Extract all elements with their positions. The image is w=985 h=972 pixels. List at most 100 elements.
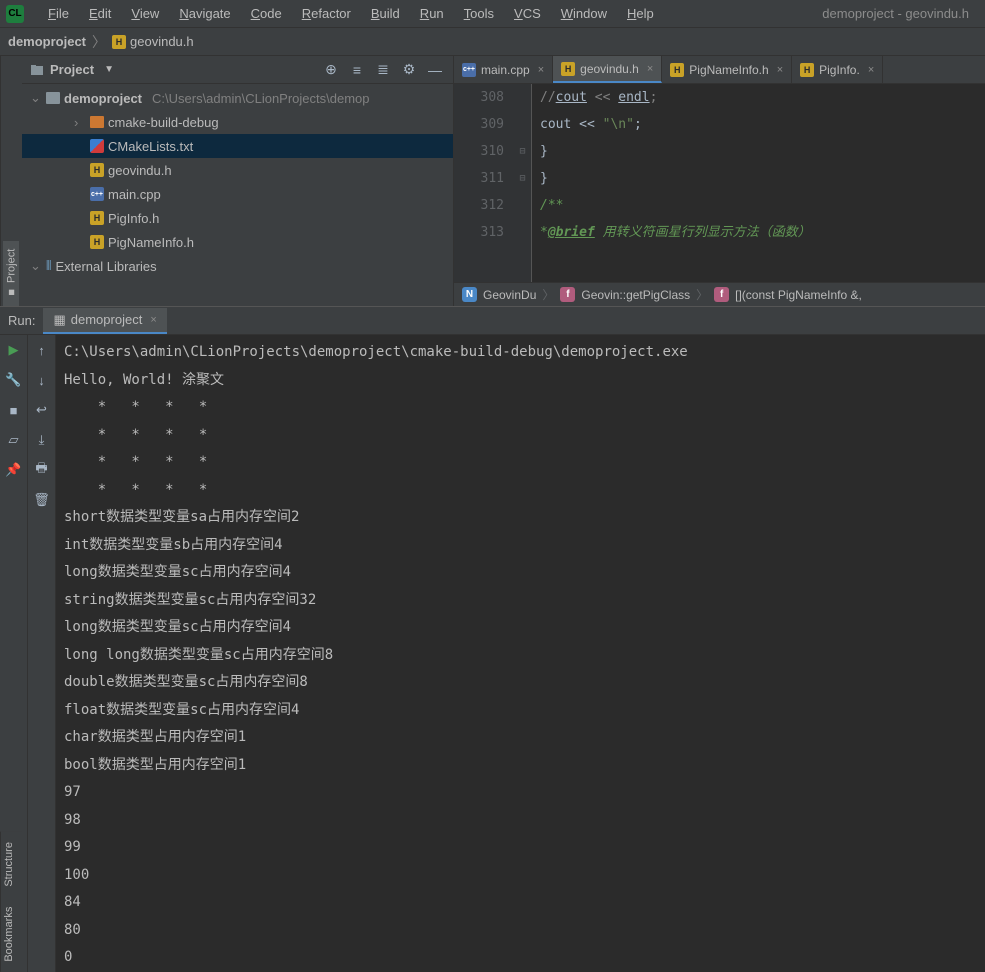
- tree-item-label: cmake-build-debug: [108, 115, 219, 130]
- editor-tab[interactable]: Hgeovindu.h×: [553, 56, 662, 83]
- tree-item-label: PigNameInfo.h: [108, 235, 194, 250]
- menu-navigate[interactable]: Navigate: [169, 3, 240, 24]
- sidebar-tab-project[interactable]: ■ Project: [4, 241, 20, 306]
- tree-item[interactable]: HPigNameInfo.h: [22, 230, 453, 254]
- tree-external-label: External Libraries: [55, 259, 156, 274]
- tree-external-libs[interactable]: ⌄ ⫴ External Libraries: [22, 254, 453, 278]
- sidebar-tab-structure[interactable]: Structure: [1, 832, 22, 897]
- chevron-down-icon[interactable]: ▼: [104, 64, 114, 75]
- window-title: demoproject - geovindu.h: [822, 6, 979, 21]
- crumb-text[interactable]: [](const PigNameInfo &,: [735, 288, 862, 302]
- gear-icon[interactable]: ⚙: [399, 60, 419, 80]
- trash-icon[interactable]: 🗑: [33, 491, 51, 509]
- hide-icon[interactable]: —: [425, 60, 445, 80]
- locate-icon[interactable]: ⊕: [321, 60, 341, 80]
- close-icon[interactable]: ×: [868, 64, 874, 76]
- tree-item[interactable]: CMakeLists.txt: [22, 134, 453, 158]
- cmake-icon: [90, 139, 104, 153]
- run-panel: Run: ▦ demoproject × ▶ 🔧 ■ ▱ 📌 ↑ ↓ ↩ ⤓ 🖶…: [0, 306, 985, 972]
- tree-item-label: main.cpp: [108, 187, 161, 202]
- sidebar-tab-structure-label: Structure: [3, 842, 15, 887]
- tree-item-label: PigInfo.h: [108, 211, 159, 226]
- folder-icon: [30, 63, 44, 77]
- chevron-right-icon: ⌄: [30, 258, 42, 274]
- chevron-down-icon: ⌄: [30, 90, 42, 106]
- layout-icon[interactable]: ▱: [5, 431, 23, 449]
- wrench-icon[interactable]: 🔧: [5, 371, 23, 389]
- crumb-text[interactable]: Geovin::getPigClass: [581, 288, 690, 302]
- folder-icon: [90, 116, 104, 128]
- scroll-end-icon[interactable]: ⤓: [33, 431, 51, 449]
- editor-breadcrumbs: NGeovinDu〉fGeovin::getPigClass〉f[](const…: [454, 282, 985, 306]
- editor-tab-label: main.cpp: [481, 63, 530, 77]
- down-icon[interactable]: ↓: [33, 371, 51, 389]
- menu-tools[interactable]: Tools: [454, 3, 504, 24]
- menubar: CL FileEditViewNavigateCodeRefactorBuild…: [0, 0, 985, 28]
- soft-wrap-icon[interactable]: ↩: [33, 401, 51, 419]
- nav-bar: demoproject 〉 H geovindu.h: [0, 28, 985, 56]
- up-icon[interactable]: ↑: [33, 341, 51, 359]
- tree-item[interactable]: Hgeovindu.h: [22, 158, 453, 182]
- breadcrumb-file[interactable]: H geovindu.h: [112, 34, 194, 49]
- menu-help[interactable]: Help: [617, 3, 664, 24]
- line-numbers: 308309310311312313: [454, 84, 514, 282]
- folder-icon: [46, 92, 60, 104]
- menu-vcs[interactable]: VCS: [504, 3, 551, 24]
- print-icon[interactable]: 🖶: [33, 461, 51, 479]
- breadcrumb-file-label: geovindu.h: [130, 34, 194, 49]
- menu-edit[interactable]: Edit: [79, 3, 121, 24]
- crumb-text[interactable]: GeovinDu: [483, 288, 536, 302]
- menu-window[interactable]: Window: [551, 3, 617, 24]
- chevron-right-icon: ›: [74, 115, 86, 130]
- crumb-badge: f: [560, 287, 575, 302]
- menu-refactor[interactable]: Refactor: [292, 3, 361, 24]
- close-icon[interactable]: ×: [647, 63, 653, 75]
- rerun-button[interactable]: ▶: [5, 341, 23, 359]
- code-area[interactable]: 308309310311312313 ⊟⊟ //cout << endl; co…: [454, 84, 985, 282]
- tree-root[interactable]: ⌄ demoproject C:\Users\admin\CLionProjec…: [22, 86, 453, 110]
- menu-run[interactable]: Run: [410, 3, 454, 24]
- tree-item[interactable]: › cmake-build-debug: [22, 110, 453, 134]
- pin-icon[interactable]: 📌: [5, 461, 23, 479]
- code-content[interactable]: //cout << endl; cout << "\n"; } } /** *@…: [532, 84, 985, 282]
- menu-file[interactable]: File: [38, 3, 79, 24]
- main-area: ■ Project Project ▼ ⊕ ≡ ≣ ⚙ — ⌄ demoproj…: [0, 56, 985, 306]
- menu-view[interactable]: View: [121, 3, 169, 24]
- editor-tab[interactable]: HPigNameInfo.h×: [662, 56, 792, 83]
- expand-icon[interactable]: ≡: [347, 60, 367, 80]
- crumb-badge: f: [714, 287, 729, 302]
- stop-button[interactable]: ■: [5, 401, 23, 419]
- menu-code[interactable]: Code: [241, 3, 292, 24]
- editor-tab[interactable]: c++main.cpp×: [454, 56, 553, 83]
- project-panel-title: Project: [50, 62, 94, 77]
- close-icon[interactable]: ×: [777, 64, 783, 76]
- sidebar-tab-bookmarks[interactable]: Bookmarks: [1, 897, 22, 972]
- sidebar-tab-project-label: Project: [6, 249, 18, 283]
- console-output[interactable]: C:\Users\admin\CLionProjects\demoproject…: [56, 335, 985, 972]
- menu-build[interactable]: Build: [361, 3, 410, 24]
- project-tree: ⌄ demoproject C:\Users\admin\CLionProjec…: [22, 84, 453, 306]
- h-file-icon: H: [670, 63, 684, 77]
- editor-area: c++main.cpp×Hgeovindu.h×HPigNameInfo.h×H…: [454, 56, 985, 306]
- editor-tabs: c++main.cpp×Hgeovindu.h×HPigNameInfo.h×H…: [454, 56, 985, 84]
- run-header: Run: ▦ demoproject ×: [0, 307, 985, 335]
- editor-tab[interactable]: HPigInfo.×: [792, 56, 883, 83]
- app-icon: CL: [6, 5, 24, 23]
- h-file-icon: H: [112, 35, 126, 49]
- editor-tab-label: PigInfo.: [819, 63, 860, 77]
- close-icon[interactable]: ×: [538, 64, 544, 76]
- tree-root-label: demoproject: [64, 91, 142, 106]
- run-label: Run:: [8, 313, 35, 328]
- project-panel-header: Project ▼ ⊕ ≡ ≣ ⚙ —: [22, 56, 453, 84]
- close-icon[interactable]: ×: [150, 314, 156, 326]
- collapse-icon[interactable]: ≣: [373, 60, 393, 80]
- project-panel: Project ▼ ⊕ ≡ ≣ ⚙ — ⌄ demoproject C:\Use…: [22, 56, 454, 306]
- breadcrumb-project[interactable]: demoproject: [8, 34, 86, 49]
- library-icon: ⫴: [46, 258, 51, 274]
- tree-item[interactable]: c++ main.cpp: [22, 182, 453, 206]
- h-file-icon: H: [90, 163, 104, 177]
- run-tab[interactable]: ▦ demoproject ×: [43, 308, 166, 334]
- cpp-file-icon: c++: [90, 187, 104, 201]
- tree-item-label: geovindu.h: [108, 163, 172, 178]
- tree-item[interactable]: HPigInfo.h: [22, 206, 453, 230]
